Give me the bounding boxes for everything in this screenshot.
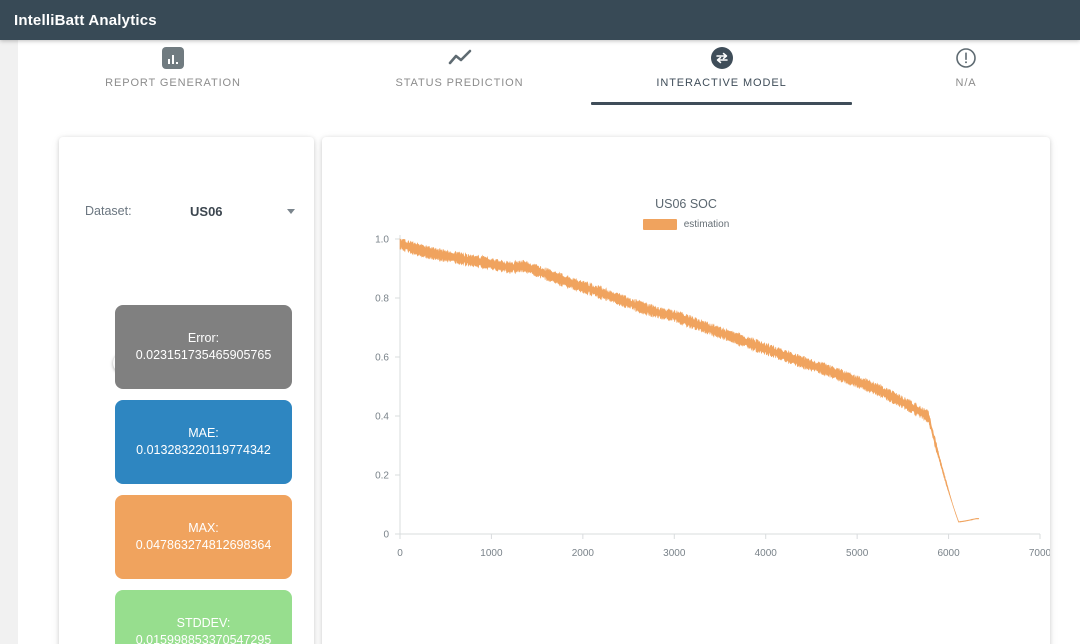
metric-title-error: Error: — [187, 331, 220, 345]
page-content: REPORT GENERATION STATUS PREDICTION INTE… — [18, 40, 1080, 644]
x-axis-tick: 0 — [397, 548, 403, 559]
app-title: IntelliBatt Analytics — [14, 11, 157, 29]
controls-panel: Dataset: US06 Real SOC Show Average Erro… — [59, 137, 314, 644]
metric-title-max: MAX: — [188, 521, 219, 535]
dataset-select[interactable]: Dataset: US06 — [85, 199, 295, 223]
x-axis-tick: 1000 — [480, 548, 503, 559]
metric-value-error: 0.023151735465905765 — [135, 348, 272, 362]
active-tab-indicator — [591, 102, 852, 105]
metric-value-stddev: 0.015998853370547295 — [135, 633, 272, 644]
metric-card-max[interactable]: MAX: 0.047863274812698364 — [115, 495, 292, 579]
tab-report-generation[interactable]: REPORT GENERATION — [18, 40, 328, 105]
x-axis-tick: 7000 — [1029, 548, 1050, 559]
metric-card-stddev[interactable]: STDDEV: 0.015998853370547295 — [115, 590, 292, 644]
series-estimation — [399, 238, 980, 523]
chart-panel: US06 SOC estimation 1.0 0.8 0.6 0.4 0.2 0 0 100… — [322, 137, 1050, 644]
metric-title-mae: MAE: — [188, 426, 219, 440]
page-left-margin — [0, 40, 18, 644]
metric-value-max: 0.047863274812698364 — [135, 538, 272, 552]
line-chart-icon — [447, 45, 473, 71]
metric-card-error[interactable]: Error: 0.023151735465905765 — [115, 305, 292, 389]
tab-na[interactable]: N/A — [852, 40, 1080, 105]
y-axis-tick: 0.2 — [375, 471, 389, 482]
metric-card-mae[interactable]: MAE: 0.013283220119774342 — [115, 400, 292, 484]
x-axis-tick: 6000 — [937, 548, 960, 559]
soc-line-chart[interactable]: 1.0 0.8 0.6 0.4 0.2 00 1000 2000 3000 4000 5000 600… — [322, 137, 1050, 644]
tab-label-status-prediction: STATUS PREDICTION — [395, 77, 524, 89]
bar-chart-icon — [160, 45, 186, 71]
y-axis-tick: 0.6 — [375, 353, 389, 364]
x-axis-tick: 4000 — [755, 548, 778, 559]
app-header: IntelliBatt Analytics — [0, 0, 1080, 40]
chevron-down-icon — [287, 208, 295, 214]
tab-status-prediction[interactable]: STATUS PREDICTION — [328, 40, 591, 105]
y-axis-tick: 0.4 — [375, 412, 389, 423]
dataset-selected-value: US06 — [190, 203, 223, 219]
tab-label-na: N/A — [955, 77, 977, 89]
metric-value-mae: 0.013283220119774342 — [136, 443, 271, 457]
tab-label-report-generation: REPORT GENERATION — [105, 77, 241, 89]
x-axis-tick: 5000 — [846, 548, 869, 559]
y-axis-tick: 1.0 — [375, 235, 389, 246]
swap-arrows-icon — [709, 45, 735, 71]
dataset-label: Dataset: — [85, 204, 132, 218]
y-axis-tick: 0.8 — [375, 294, 389, 305]
metric-title-stddev: STDDEV: — [176, 616, 231, 630]
x-axis-tick: 3000 — [663, 548, 686, 559]
app-root: IntelliBatt Analytics REPORT GENERATION … — [0, 0, 1080, 644]
tab-interactive-model[interactable]: INTERACTIVE MODEL — [591, 40, 852, 105]
tab-label-interactive-model: INTERACTIVE MODEL — [656, 77, 787, 89]
tab-bar: REPORT GENERATION STATUS PREDICTION INTE… — [18, 40, 1080, 105]
exclamation-circle-icon — [953, 45, 979, 71]
x-axis-tick: 2000 — [572, 548, 595, 559]
y-axis-tick: 0 — [383, 530, 389, 541]
